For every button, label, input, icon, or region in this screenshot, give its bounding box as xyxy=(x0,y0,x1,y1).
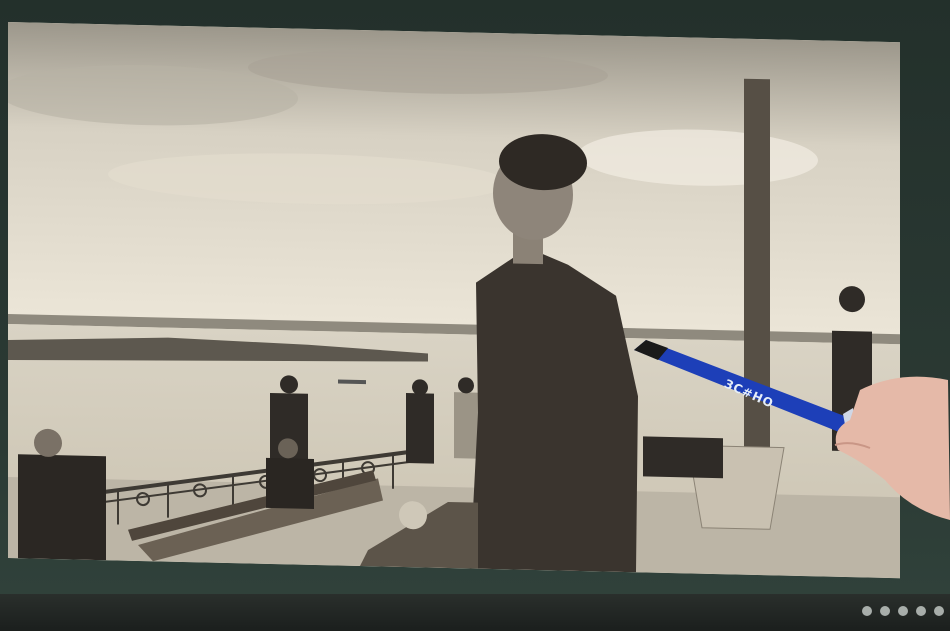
tray-icon[interactable] xyxy=(862,606,872,616)
tray-icon[interactable] xyxy=(880,606,890,616)
system-tray xyxy=(862,606,944,616)
tray-icon[interactable] xyxy=(934,606,944,616)
tray-icon[interactable] xyxy=(898,606,908,616)
monitor-screen xyxy=(8,22,900,579)
tray-icon[interactable] xyxy=(916,606,926,616)
taskbar xyxy=(0,594,950,631)
hand xyxy=(834,376,950,520)
photograph xyxy=(8,22,900,579)
